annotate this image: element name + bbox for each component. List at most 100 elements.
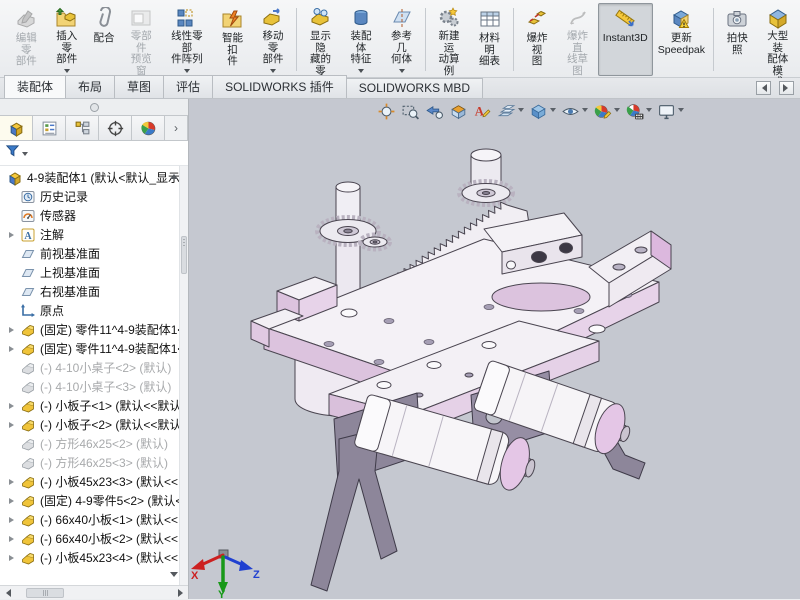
new-motion-study-button[interactable]: 新建运动算例 (429, 3, 470, 76)
dimxpertmanager-tab[interactable] (99, 116, 132, 140)
tree-scroll-down-icon[interactable] (170, 572, 178, 581)
tree-item[interactable]: (固定) 4-9零件5<2> (默认< (0, 491, 188, 510)
tree-item[interactable]: 上视基准面 (0, 263, 188, 282)
tree-horizontal-scrollbar[interactable] (0, 585, 188, 599)
filter-funnel-icon[interactable] (5, 143, 20, 163)
expand-arrow-icon[interactable] (9, 555, 20, 561)
instant3d-button[interactable]: Instant3D (598, 3, 653, 76)
command-tab-2[interactable]: 布局 (65, 75, 115, 98)
tree-item[interactable]: 4-9装配体1 (默认<默认_显示状 (0, 168, 188, 187)
tree-item[interactable]: (-) 4-10小桌子<3> (默认) (0, 377, 188, 396)
propertymanager-tab[interactable] (33, 116, 66, 140)
display-style-button[interactable] (527, 101, 558, 122)
hscroll-left-icon[interactable] (0, 586, 14, 599)
show-hidden-components-button[interactable]: 显示隐藏的零部件 (300, 3, 341, 76)
command-tab-6[interactable]: SOLIDWORKS MBD (346, 78, 483, 98)
button-label: 新建运 (434, 31, 465, 54)
hide-show-items-button[interactable] (559, 101, 590, 122)
tree-scroll-up-icon[interactable] (170, 170, 178, 179)
dropdown-arrow-icon[interactable] (614, 108, 620, 115)
tree-item[interactable]: 原点 (0, 301, 188, 320)
part-icon (20, 531, 36, 547)
edit-appearance-button[interactable] (591, 101, 622, 122)
part-icon (20, 417, 36, 433)
expand-arrow-icon[interactable] (9, 232, 20, 238)
part-icon (20, 322, 36, 338)
dropdown-arrow-icon[interactable] (550, 108, 556, 115)
tree-item[interactable]: (固定) 零件11^4-9装配体1< (0, 320, 188, 339)
expand-arrow-icon[interactable] (9, 327, 20, 333)
part-gray-icon (20, 436, 36, 452)
command-tab-4[interactable]: 评估 (163, 75, 213, 98)
expand-arrow-icon[interactable] (9, 479, 20, 485)
mate-button[interactable]: 配合 (87, 3, 121, 76)
take-snapshot-button[interactable]: 拍快照 (717, 3, 758, 76)
expand-arrow-icon[interactable] (9, 536, 20, 542)
tree-item[interactable]: (-) 方形46x25<3> (默认) (0, 453, 188, 472)
tree-item[interactable]: 右视基准面 (0, 282, 188, 301)
configurationmanager-tab[interactable] (66, 116, 99, 140)
hscroll-right-icon[interactable] (174, 586, 188, 599)
tree-item[interactable]: (-) 小板子<1> (默认<<默认 (0, 396, 188, 415)
expand-arrow-icon[interactable] (9, 498, 20, 504)
linear-component-pattern-button[interactable]: 线性零部件阵列 (162, 3, 213, 76)
view-settings-button[interactable] (655, 101, 686, 122)
graphics-viewport[interactable]: X Z Y A (189, 99, 800, 599)
previous-view-button[interactable] (423, 101, 446, 122)
tree-vscroll-thumb[interactable] (181, 236, 187, 274)
section-view-button[interactable] (447, 101, 470, 122)
tree-item[interactable]: (-) 方形46x25<2> (默认) (0, 434, 188, 453)
button-label: 更新 (671, 33, 692, 45)
tree-item-label: (-) 小板子<2> (默认<<默认 (40, 416, 181, 433)
reference-geometry-button[interactable]: 参考几何体 (381, 3, 422, 76)
large-assembly-mode-button[interactable]: 大型装配体模式 (758, 3, 799, 76)
view-orientation-button[interactable] (495, 101, 526, 122)
zoom-to-fit-button[interactable] (375, 101, 398, 122)
panel-tabs-overflow-icon[interactable]: › (165, 116, 187, 140)
command-tab-5[interactable]: SOLIDWORKS 插件 (212, 75, 347, 98)
tree-item[interactable]: (-) 小板子<2> (默认<<默认 (0, 415, 188, 434)
tree-item[interactable]: 前视基准面 (0, 244, 188, 263)
dropdown-arrow-icon[interactable] (582, 108, 588, 115)
assembly-3d-model[interactable]: X Z Y (189, 99, 800, 599)
displaymanager-tab[interactable] (132, 116, 165, 140)
expand-arrow-icon[interactable] (9, 422, 20, 428)
triad-y-label: Y (218, 589, 226, 599)
dropdown-arrow-icon[interactable] (518, 108, 524, 115)
tree-item[interactable]: 历史记录 (0, 187, 188, 206)
hscroll-thumb[interactable] (26, 588, 64, 598)
bill-of-materials-button[interactable]: 材料明细表 (469, 3, 510, 76)
tree-item[interactable]: (-) 66x40小板<1> (默认<< (0, 510, 188, 529)
scroll-right-icon[interactable] (779, 81, 794, 95)
scroll-left-icon[interactable] (756, 81, 771, 95)
tree-item[interactable]: (-) 66x40小板<2> (默认<< (0, 529, 188, 548)
dropdown-arrow-icon[interactable] (678, 108, 684, 115)
tree-vertical-scrollbar[interactable] (179, 166, 188, 585)
assembly-features-button[interactable]: 装配体特征 (341, 3, 382, 76)
exploded-view-button[interactable]: 爆炸视图 (517, 3, 558, 76)
update-speedpak-button[interactable]: 更新Speedpak (653, 3, 710, 76)
zoom-to-area-button[interactable] (399, 101, 422, 122)
panel-splitter[interactable] (0, 99, 188, 115)
tree-item[interactable]: (-) 小板45x23<3> (默认<< (0, 472, 188, 491)
command-tab-1[interactable]: 装配体 (4, 75, 66, 98)
splitter-handle-icon[interactable] (90, 103, 99, 112)
insert-components-button[interactable]: 插入零部件 (47, 3, 88, 76)
apply-scene-button[interactable] (623, 101, 654, 122)
tree-item[interactable]: 传感器 (0, 206, 188, 225)
tree-item[interactable]: (固定) 零件11^4-9装配体1< (0, 339, 188, 358)
tree-item[interactable]: (-) 小板45x23<4> (默认<< (0, 548, 188, 567)
dynamic-annotation-views-button[interactable]: A (471, 101, 494, 122)
expand-arrow-icon[interactable] (9, 346, 20, 352)
smart-fasteners-button[interactable]: 智能扣件 (212, 3, 253, 76)
dropdown-arrow-icon[interactable] (646, 108, 652, 115)
part-gray-icon (20, 360, 36, 376)
featuremanager-tab[interactable] (0, 116, 33, 140)
tree-item[interactable]: (-) 4-10小桌子<2> (默认) (0, 358, 188, 377)
tree-item[interactable]: A注解 (0, 225, 188, 244)
expand-arrow-icon[interactable] (9, 517, 20, 523)
command-tab-3[interactable]: 草图 (114, 75, 164, 98)
filter-dropdown-icon[interactable] (22, 152, 28, 159)
expand-arrow-icon[interactable] (9, 403, 20, 409)
move-component-button[interactable]: 移动零部件 (253, 3, 294, 76)
